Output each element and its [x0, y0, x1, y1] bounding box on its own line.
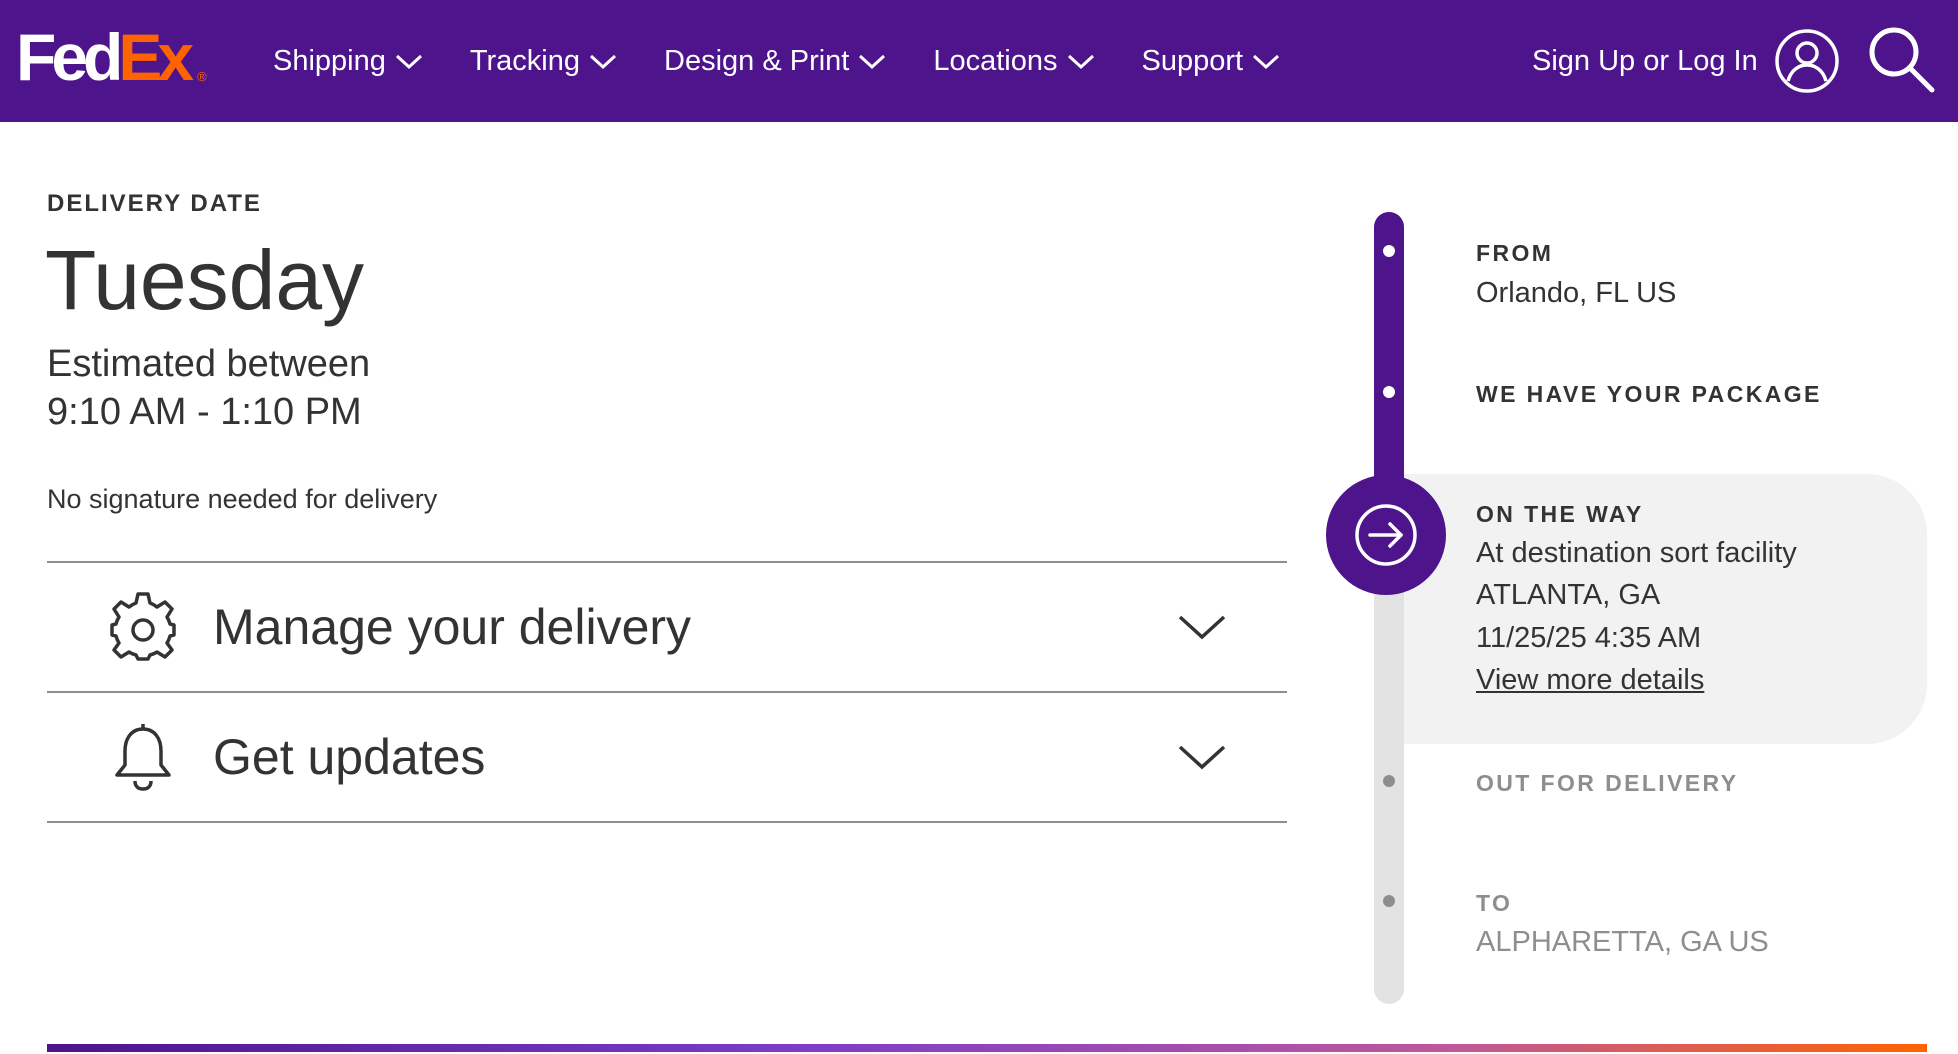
signature-note: No signature needed for delivery	[47, 484, 438, 514]
delivery-day: Tuesday	[45, 233, 365, 327]
from-location: Orlando, FL US	[1476, 277, 1677, 309]
delivery-date-label: DELIVERY DATE	[47, 190, 262, 217]
estimated-window-label: Estimated between	[47, 343, 371, 385]
top-nav-bar: Fed Ex ® Shipping Tracking Design & Print …	[0, 0, 1958, 122]
get-updates-label: Get updates	[213, 729, 486, 785]
bell-icon	[115, 724, 171, 791]
arrow-right-circle-icon	[1355, 504, 1417, 566]
progress-track-completed	[1374, 212, 1404, 512]
package-received-heading: WE HAVE YOUR PACKAGE	[1476, 381, 1822, 407]
nav-design-print[interactable]: Design & Print	[664, 45, 887, 78]
nav-support-label: Support	[1141, 44, 1244, 77]
timeline-dot-out-for-delivery	[1383, 775, 1395, 787]
nav-locations-label: Locations	[933, 44, 1058, 77]
sign-in-button[interactable]: Sign Up or Log In	[1532, 0, 1840, 122]
nav-support[interactable]: Support	[1142, 45, 1282, 78]
search-icon[interactable]	[1866, 24, 1936, 94]
current-status-marker	[1326, 475, 1446, 595]
logo-ex: Ex	[118, 20, 194, 94]
estimated-window: Estimated between 9:10 AM - 1:10 PM	[47, 340, 370, 436]
nav-locations[interactable]: Locations	[933, 45, 1095, 78]
timeline-dot-from	[1383, 245, 1395, 257]
chevron-down-icon	[589, 54, 617, 70]
manage-delivery-label: Manage your delivery	[213, 599, 692, 655]
chevron-down-icon	[1253, 54, 1280, 70]
main-nav: Shipping Tracking Design & Print Locatio…	[273, 0, 1327, 122]
to-heading: TO	[1476, 890, 1513, 916]
nav-design-print-label: Design & Print	[664, 44, 850, 77]
chevron-down-icon	[1178, 615, 1226, 640]
out-for-delivery-heading: OUT FOR DELIVERY	[1476, 770, 1739, 796]
timeline-dot-to	[1383, 895, 1395, 907]
chevron-down-icon	[859, 54, 886, 70]
view-more-details-link[interactable]: View more details	[1476, 664, 1704, 697]
divider	[47, 821, 1287, 823]
from-heading: FROM	[1476, 240, 1554, 266]
timeline-dot-received	[1383, 386, 1395, 398]
to-location: ALPHARETTA, GA US	[1476, 926, 1769, 958]
get-updates-accordion[interactable]: Get updates	[47, 693, 1287, 821]
fedex-logo[interactable]: Fed Ex ®	[16, 22, 207, 92]
nav-tracking-label: Tracking	[469, 44, 580, 77]
brand-gradient-bar	[47, 1044, 1927, 1052]
current-status-text: At destination sort facility	[1476, 537, 1797, 569]
sign-in-label: Sign Up or Log In	[1532, 44, 1758, 77]
nav-shipping-label: Shipping	[273, 44, 386, 77]
nav-shipping[interactable]: Shipping	[273, 45, 424, 78]
chevron-down-icon	[395, 54, 422, 70]
chevron-down-icon	[1178, 745, 1226, 770]
gear-icon	[110, 592, 176, 661]
current-location: ATLANTA, GA	[1476, 579, 1661, 611]
current-datetime: 11/25/25 4:35 AM	[1476, 622, 1702, 654]
user-icon	[1774, 29, 1839, 93]
nav-tracking[interactable]: Tracking	[470, 45, 618, 78]
on-the-way-heading: ON THE WAY	[1476, 501, 1644, 527]
chevron-down-icon	[1067, 54, 1094, 70]
logo-fed: Fed	[16, 20, 123, 94]
logo-registered-mark: ®	[197, 69, 207, 84]
manage-delivery-accordion[interactable]: Manage your delivery	[47, 563, 1287, 691]
estimated-window-time: 9:10 AM - 1:10 PM	[47, 391, 362, 433]
